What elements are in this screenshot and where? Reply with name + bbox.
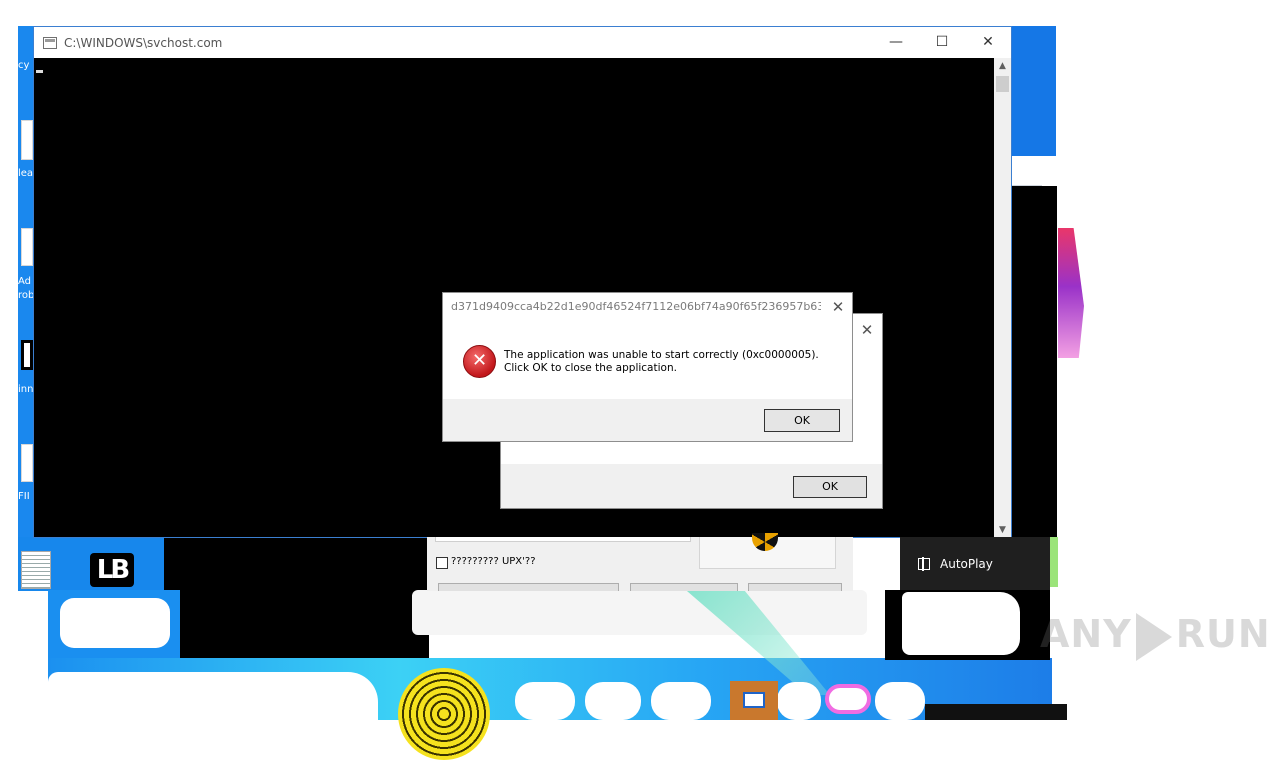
ok-button[interactable]: OK: [764, 409, 840, 432]
console-cursor: [36, 70, 43, 73]
dialog-footer: OK: [443, 399, 852, 441]
console-icon: [43, 36, 57, 49]
play-icon: [1135, 612, 1172, 661]
console-title: C:\WINDOWS\svchost.com: [64, 35, 223, 50]
taskbar-fragment: [925, 704, 1067, 720]
desktop-icon-label[interactable]: inn: [18, 384, 33, 395]
desktop-background-fragment: [164, 537, 429, 659]
minimize-button[interactable]: —: [873, 27, 919, 57]
autoplay-icon: [918, 556, 930, 571]
taskbar-item[interactable]: [515, 682, 575, 720]
desktop-icon-label[interactable]: FII: [18, 491, 30, 502]
tool-button[interactable]: [748, 583, 842, 591]
desktop-background-fragment: [1012, 156, 1042, 186]
desktop-icon[interactable]: [21, 120, 33, 160]
scrollbar-thumb[interactable]: [996, 76, 1009, 92]
desktop-icon-label[interactable]: rob: [18, 290, 34, 301]
logo-panel: [699, 533, 836, 569]
taskbar-item[interactable]: [875, 682, 925, 720]
taskbar-item[interactable]: [585, 682, 641, 720]
upx-checkbox-label: ????????? UPX'??: [451, 556, 536, 567]
upx-checkbox[interactable]: [436, 557, 448, 569]
desktop-background-fragment: [60, 598, 170, 648]
error-message-line: Click OK to close the application.: [504, 362, 677, 374]
target-icon: [398, 668, 490, 760]
error-message-line: The application was unable to start corr…: [504, 349, 819, 361]
dialog-footer: OK: [501, 464, 882, 508]
scroll-down-icon[interactable]: ▼: [994, 522, 1011, 538]
dialog-title: d371d9409cca4b22d1e90df46524f7112e06bf74…: [451, 300, 821, 313]
desktop-background-fragment: [1050, 537, 1058, 587]
lb-app-icon[interactable]: LB: [90, 553, 134, 587]
desktop-icon-label[interactable]: lea: [18, 168, 33, 179]
desktop-icon[interactable]: [21, 444, 33, 482]
autoplay-notification[interactable]: AutoPlay: [900, 537, 1050, 590]
desktop-background-fragment: [1010, 26, 1056, 156]
autoplay-label: AutoPlay: [940, 556, 993, 571]
taskbar-item[interactable]: [825, 684, 871, 714]
radiation-icon: [752, 533, 778, 551]
wallpaper-fragment: [1058, 228, 1084, 358]
watermark-text: ANY: [1040, 612, 1132, 656]
desktop-icon[interactable]: [21, 228, 33, 266]
tool-button[interactable]: [630, 583, 738, 591]
console-scrollbar[interactable]: ▲ ▼: [994, 58, 1011, 538]
window-icon: [743, 692, 765, 708]
ok-button[interactable]: OK: [793, 476, 867, 498]
taskbar-item[interactable]: [651, 682, 711, 720]
error-x-icon: ✕: [463, 345, 496, 378]
background-tool-window: ????????? UPX'??: [427, 533, 853, 591]
path-field[interactable]: [435, 537, 691, 542]
close-icon[interactable]: ✕: [828, 297, 848, 317]
document-icon[interactable]: [21, 551, 51, 589]
desktop-background-fragment: [902, 592, 1020, 655]
error-dialog[interactable]: d371d9409cca4b22d1e90df46524f7112e06bf74…: [442, 292, 853, 442]
taskbar-icons: [515, 682, 925, 720]
desktop-background-fragment: [48, 672, 378, 720]
maximize-button[interactable]: ☐: [919, 27, 965, 57]
taskbar-item[interactable]: [777, 682, 821, 720]
window-fragment: [412, 590, 867, 635]
scroll-up-icon[interactable]: ▲: [994, 58, 1011, 74]
anyrun-watermark: ANY RUN: [1040, 612, 1271, 661]
watermark-text: RUN: [1175, 612, 1271, 656]
taskbar-app-icon[interactable]: [730, 681, 778, 720]
desktop-icon-label[interactable]: cy: [18, 60, 29, 71]
console-titlebar[interactable]: C:\WINDOWS\svchost.com — ☐ ✕: [34, 27, 1011, 58]
close-icon[interactable]: ✕: [857, 320, 877, 340]
tool-button[interactable]: [438, 583, 619, 591]
error-message: The application was unable to start corr…: [504, 349, 819, 375]
desktop-icon-label[interactable]: Ad: [18, 276, 31, 287]
desktop-background-fragment: [1012, 186, 1057, 541]
desktop-icon[interactable]: [21, 340, 33, 370]
close-button[interactable]: ✕: [965, 27, 1011, 57]
